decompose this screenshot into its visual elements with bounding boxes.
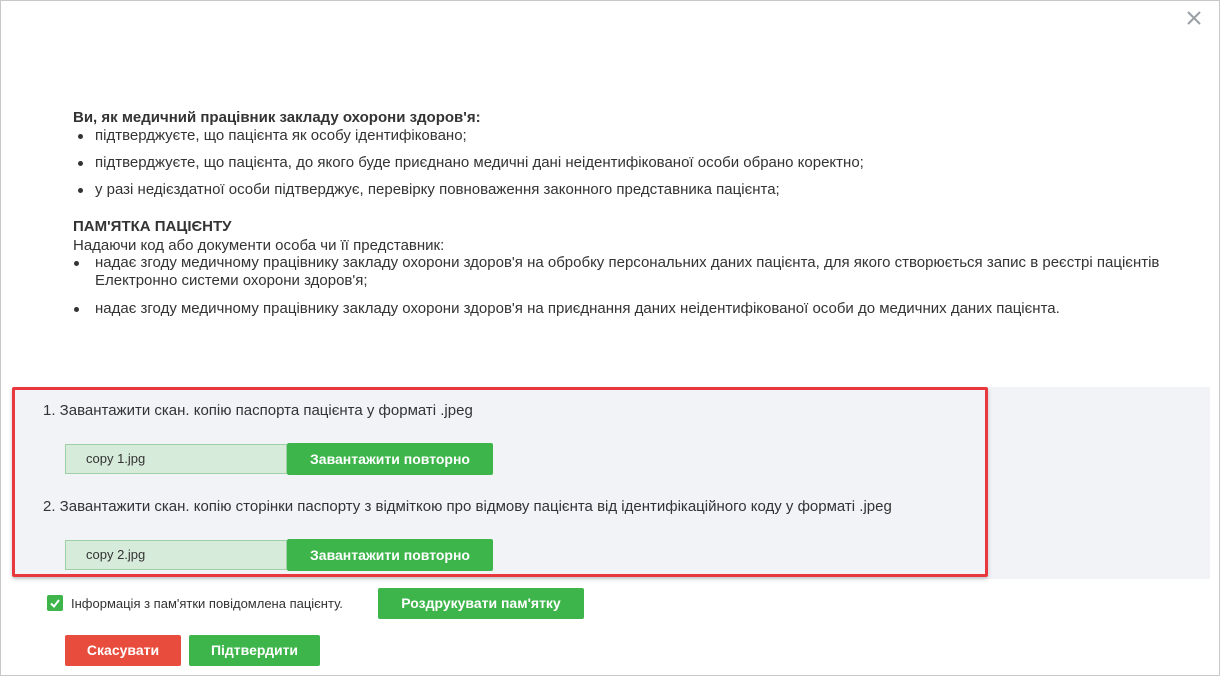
list-item: підтверджуєте, що пацієнта як особу іден… xyxy=(73,127,1183,145)
close-icon[interactable] xyxy=(1186,10,1202,26)
memo-subtitle: Надаючи код або документи особа чи її пр… xyxy=(73,237,445,254)
list-item: у разі недієздатної особи підтверджує, п… xyxy=(73,181,1183,199)
checkmark-icon xyxy=(50,599,60,609)
highlight-box xyxy=(12,387,988,577)
info-confirmed-label[interactable]: Інформація з пам'ятки повідомлена пацієн… xyxy=(71,596,343,611)
info-confirmed-checkbox[interactable] xyxy=(47,595,63,611)
dialog-window: Ви, як медичний працівник закладу охорон… xyxy=(0,0,1220,676)
list-item: надає згоду медичному працівнику закладу… xyxy=(73,254,1183,290)
confirm-button[interactable]: Підтвердити xyxy=(189,635,320,666)
dialog-content: Ви, як медичний працівник закладу охорон… xyxy=(73,109,1183,328)
intro-heading: Ви, як медичний працівник закладу охорон… xyxy=(73,109,481,126)
list-item: надає згоду медичному працівнику закладу… xyxy=(73,300,1183,318)
intro-list: підтверджуєте, що пацієнта як особу іден… xyxy=(73,127,1183,199)
print-memo-button[interactable]: Роздрукувати пам'ятку xyxy=(378,588,584,619)
list-item: підтверджуєте, що пацієнта, до якого буд… xyxy=(73,154,1183,172)
close-button[interactable] xyxy=(1183,7,1205,29)
cancel-button[interactable]: Скасувати xyxy=(65,635,181,666)
memo-list: надає згоду медичному працівнику закладу… xyxy=(73,254,1183,318)
memo-title: ПАМ'ЯТКА ПАЦІЄНТУ xyxy=(73,218,232,235)
